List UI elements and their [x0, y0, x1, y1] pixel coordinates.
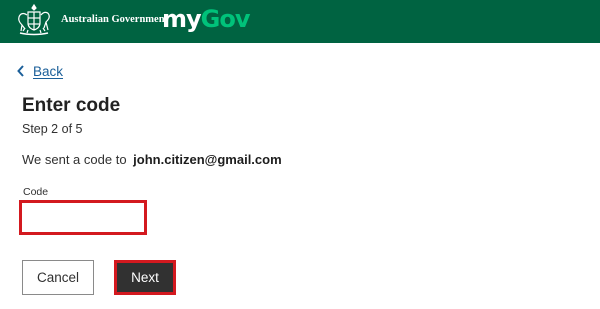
government-name: Australian Government: [61, 14, 169, 25]
recipient-email: john.citizen@gmail.com: [133, 152, 282, 167]
next-button[interactable]: Next: [114, 260, 176, 295]
coat-of-arms-icon: [18, 3, 50, 36]
mygov-logo-my: my: [162, 5, 202, 33]
mygov-logo-gov: Gov: [200, 5, 251, 33]
chevron-left-icon: [17, 65, 24, 77]
code-field-label: Code: [23, 186, 49, 198]
back-link[interactable]: Back: [16, 62, 63, 80]
code-sent-message: We sent a code to john.citizen@gmail.com: [22, 152, 282, 167]
code-input[interactable]: [19, 200, 147, 235]
cancel-button[interactable]: Cancel: [22, 260, 94, 295]
page-title: Enter code: [22, 95, 121, 116]
site-header: Australian Government myGov: [0, 0, 600, 43]
back-label: Back: [33, 63, 64, 79]
step-indicator: Step 2 of 5: [22, 122, 83, 136]
mygov-logo[interactable]: myGov: [162, 4, 250, 34]
code-sent-prefix: We sent a code to: [22, 152, 127, 167]
